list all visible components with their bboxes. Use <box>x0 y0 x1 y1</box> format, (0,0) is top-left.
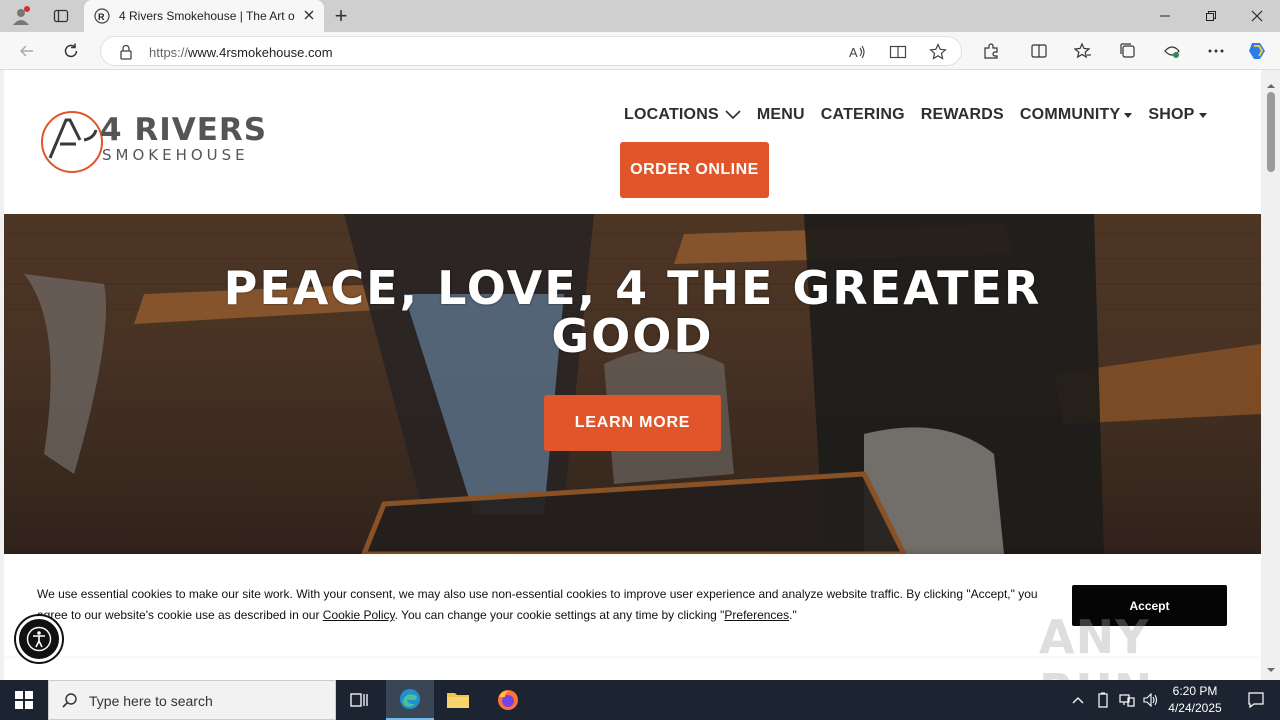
learn-more-button[interactable]: LEARN MORE <box>544 395 721 451</box>
site-logo[interactable]: 4 RIVERS SMOKEHOUSE <box>40 108 290 178</box>
tab-title: 4 Rivers Smokehouse | The Art of <box>119 9 295 23</box>
battery-icon[interactable] <box>1090 680 1116 720</box>
favorites-icon[interactable] <box>1072 40 1094 62</box>
nav-shop-label: SHOP <box>1148 106 1195 123</box>
cookie-text-part-2: . You can change your cookie settings at… <box>394 608 725 622</box>
collections-icon[interactable] <box>1117 40 1139 62</box>
notification-icon[interactable] <box>1232 680 1280 720</box>
windows-start-icon[interactable] <box>0 680 48 720</box>
scroll-down-icon[interactable] <box>1266 660 1276 678</box>
favorite-star-icon[interactable] <box>927 41 949 63</box>
clock-time: 6:20 PM <box>1172 684 1218 698</box>
file-explorer-icon[interactable] <box>434 680 482 720</box>
search-icon <box>61 692 79 715</box>
url-host: www.4rsmokehouse.com <box>188 45 333 60</box>
web-page: 4 RIVERS SMOKEHOUSE LOCATIONS MENU CATER… <box>4 70 1261 680</box>
close-tab-icon[interactable] <box>302 8 316 27</box>
nav-shop[interactable]: SHOP <box>1148 106 1207 124</box>
immersive-reader-icon[interactable] <box>887 41 909 63</box>
nav-menu-label: MENU <box>756 106 805 123</box>
nav-rewards-label: REWARDS <box>920 106 1004 123</box>
edge-taskbar-icon[interactable] <box>386 680 434 720</box>
svg-text:A: A <box>849 45 858 60</box>
back-icon[interactable] <box>16 40 38 62</box>
split-screen-icon[interactable] <box>1028 40 1050 62</box>
cookie-policy-link[interactable]: Cookie Policy <box>323 608 395 622</box>
nav-catering[interactable]: CATERING <box>821 106 905 124</box>
caret-down-icon <box>1124 112 1133 118</box>
clock-date: 4/24/2025 <box>1168 701 1222 715</box>
network-icon[interactable] <box>1114 680 1140 720</box>
profile-icon[interactable] <box>10 5 32 27</box>
url-text[interactable]: https://www.4rsmokehouse.com <box>149 45 333 60</box>
scrollbar-thumb[interactable] <box>1267 92 1275 172</box>
logo-subtitle: SMOKEHOUSE <box>102 146 249 164</box>
page-viewport: 4 RIVERS SMOKEHOUSE LOCATIONS MENU CATER… <box>0 70 1280 680</box>
lock-icon[interactable] <box>119 44 133 65</box>
url-protocol: https:// <box>149 45 189 60</box>
search-placeholder: Type here to search <box>89 693 213 709</box>
browser-toolbar: https://www.4rsmokehouse.com A <box>0 32 1280 70</box>
main-nav: LOCATIONS MENU CATERING REWARDS COMMUNIT… <box>624 104 1207 126</box>
refresh-icon[interactable] <box>60 40 82 62</box>
svg-text:R: R <box>98 12 105 22</box>
close-window-button[interactable] <box>1234 0 1280 32</box>
restore-button[interactable] <box>1188 0 1234 32</box>
nav-rewards[interactable]: REWARDS <box>921 106 1004 124</box>
chevron-down-icon <box>725 110 741 120</box>
browser-tab[interactable]: R 4 Rivers Smokehouse | The Art of <box>84 0 324 32</box>
nav-catering-label: CATERING <box>820 106 905 123</box>
task-view-icon[interactable] <box>336 680 384 720</box>
extensions-icon[interactable] <box>980 40 1002 62</box>
accessibility-icon[interactable] <box>16 616 62 662</box>
more-options-icon[interactable] <box>1205 40 1227 62</box>
address-bar[interactable]: https://www.4rsmokehouse.com A <box>100 36 962 66</box>
nav-locations[interactable]: LOCATIONS <box>624 106 741 124</box>
cookie-message: We use essential cookies to make our sit… <box>37 584 1047 626</box>
firefox-icon[interactable] <box>484 680 532 720</box>
hero-title-line-1: PEACE, LOVE, 4 THE GREATER <box>223 261 1042 315</box>
copilot-icon[interactable] <box>1246 40 1268 62</box>
page-scrollbar[interactable] <box>1262 70 1280 680</box>
read-aloud-icon[interactable]: A <box>847 41 869 63</box>
nav-community[interactable]: COMMUNITY <box>1019 106 1133 124</box>
nav-community-label: COMMUNITY <box>1019 106 1121 123</box>
windows-taskbar: Type here to search 6:20 PM 4/24/2025 <box>0 680 1280 720</box>
logo-brand: 4 RIVERS <box>100 112 268 148</box>
anyrun-watermark: ANY RUN <box>1039 610 1152 680</box>
hero-title: PEACE, LOVE, 4 THE GREATER GOOD <box>4 264 1261 360</box>
hero-banner: PEACE, LOVE, 4 THE GREATER GOOD LEARN MO… <box>4 214 1261 554</box>
system-clock[interactable]: 6:20 PM 4/24/2025 <box>1160 683 1230 717</box>
nav-menu[interactable]: MENU <box>757 106 805 124</box>
taskbar-search-box[interactable]: Type here to search <box>48 680 336 720</box>
nav-locations-label: LOCATIONS <box>624 106 719 123</box>
browser-tab-bar: R 4 Rivers Smokehouse | The Art of + <box>0 0 1280 32</box>
site-favicon-icon: R <box>94 8 110 29</box>
cookie-text-part-3: ." <box>789 608 797 622</box>
tab-actions-icon[interactable] <box>50 5 72 27</box>
performance-icon[interactable] <box>1161 40 1183 62</box>
preferences-link[interactable]: Preferences <box>724 608 789 622</box>
new-tab-button[interactable]: + <box>330 3 352 28</box>
caret-down-icon <box>1198 112 1207 118</box>
order-online-button[interactable]: ORDER ONLINE <box>620 142 769 198</box>
hero-title-line-2: GOOD <box>551 309 714 363</box>
minimize-button[interactable] <box>1142 0 1188 32</box>
